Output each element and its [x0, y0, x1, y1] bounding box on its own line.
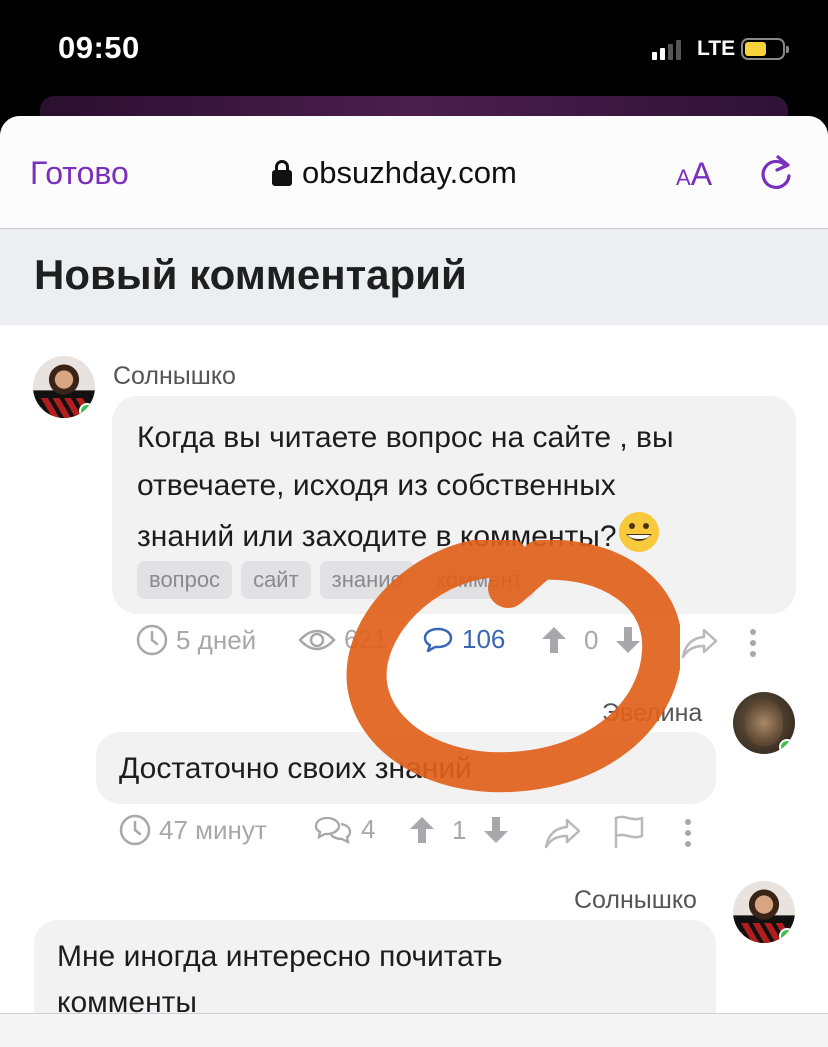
tag[interactable]: знание: [319, 561, 415, 599]
downvote-arrow-icon[interactable]: [482, 814, 510, 846]
replies-icon: [314, 816, 352, 844]
online-indicator: [779, 928, 795, 943]
browser-sheet: Готово obsuzhday.com AA Новый комментари…: [0, 116, 828, 1047]
reply-author[interactable]: Эвелина: [602, 699, 702, 728]
page-title: Новый комментарий: [34, 251, 467, 298]
page-header: Новый комментарий: [0, 229, 828, 325]
clock-icon: [119, 814, 151, 846]
reply-meta: 47 минут: [119, 814, 267, 846]
share-icon[interactable]: [680, 626, 720, 660]
online-indicator: [779, 739, 795, 754]
clock: 09:50: [58, 30, 140, 65]
question-meta: 5 дней: [136, 624, 256, 656]
tag[interactable]: сайт: [241, 561, 311, 599]
clock-icon: [136, 624, 168, 656]
online-indicator: [79, 403, 95, 418]
flag-icon[interactable]: [612, 814, 646, 850]
question-text: Когда вы читаете вопрос на сайте , вы от…: [137, 421, 674, 553]
text-size-button[interactable]: AA: [676, 156, 712, 193]
browser-toolbar: Готово obsuzhday.com AA: [0, 116, 828, 229]
reload-icon[interactable]: [758, 154, 794, 192]
reply-author[interactable]: Солнышко: [574, 886, 697, 915]
question-author[interactable]: Солнышко: [113, 362, 236, 391]
replies-count-button[interactable]: 4: [313, 814, 375, 845]
grinning-emoji-icon: [618, 512, 659, 552]
time-info: 5 дней: [136, 624, 256, 656]
avatar[interactable]: [733, 881, 795, 943]
upvote-arrow-icon[interactable]: [408, 814, 436, 846]
upvote-arrow-icon[interactable]: [540, 624, 568, 656]
eye-icon: [298, 629, 336, 650]
tag[interactable]: коммент: [423, 561, 535, 599]
reply-text: Мне иногда интересно почитать: [57, 940, 503, 973]
network-label: LTE: [697, 37, 736, 60]
address-bar[interactable]: obsuzhday.com: [272, 155, 517, 191]
done-button[interactable]: Готово: [30, 155, 129, 192]
downvote-arrow-icon[interactable]: [614, 624, 642, 656]
more-options-icon[interactable]: [746, 626, 760, 660]
vote-controls: 1: [408, 814, 510, 846]
comment-bubble-icon: [423, 627, 453, 652]
signal-icon: [652, 38, 681, 60]
comments-count-button[interactable]: 106: [422, 624, 505, 655]
avatar[interactable]: [733, 692, 795, 754]
more-options-icon[interactable]: [681, 816, 695, 850]
bottom-toolbar: [0, 1013, 828, 1047]
share-icon[interactable]: [543, 816, 583, 850]
views-info: 621: [298, 624, 387, 655]
url-text: obsuzhday.com: [302, 155, 517, 190]
lock-icon: [272, 160, 292, 186]
avatar[interactable]: [33, 356, 95, 418]
reply-text: Достаточно своих знаний: [119, 752, 472, 785]
status-bar: 09:50 LTE: [0, 0, 828, 100]
tag[interactable]: вопрос: [137, 561, 233, 599]
battery-icon: [741, 38, 789, 60]
tag-list: вопрос сайт знание коммент: [137, 561, 535, 599]
vote-controls: 0: [540, 624, 642, 656]
